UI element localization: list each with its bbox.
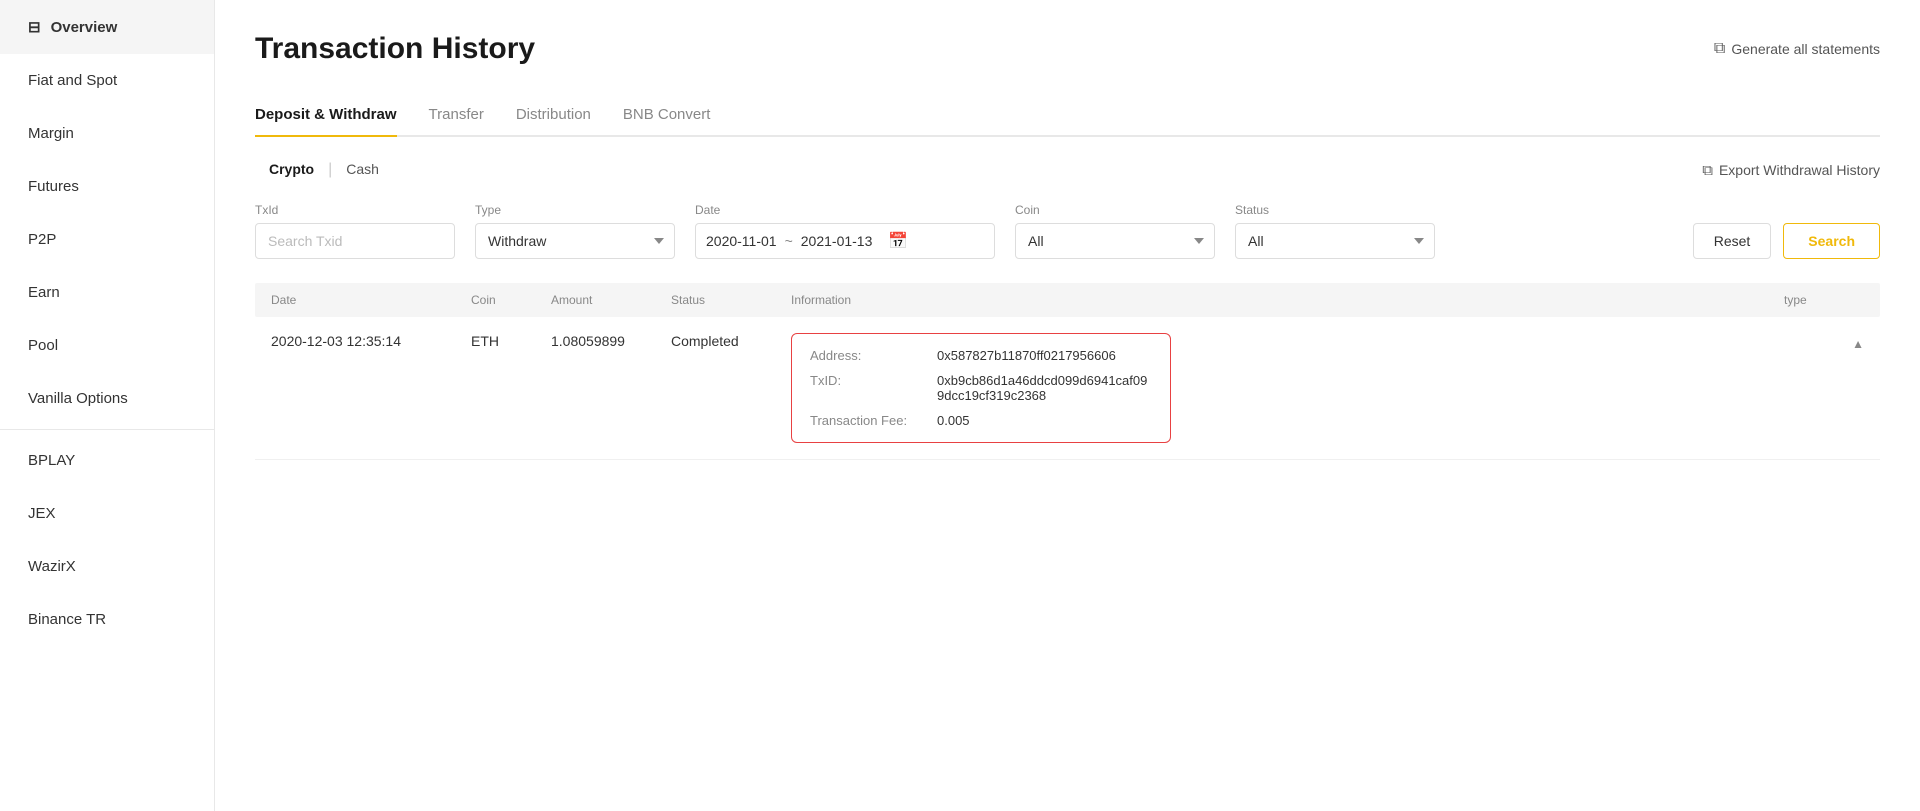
txid-info-value: 0xb9cb86d1a46ddcd099d6941caf099dcc19cf31… bbox=[937, 373, 1152, 403]
reset-button[interactable]: Reset bbox=[1693, 223, 1772, 259]
info-box: Address: 0x587827b11870ff0217956606 TxID… bbox=[791, 333, 1171, 443]
type-label: Type bbox=[475, 203, 675, 217]
export-icon: ⧉ bbox=[1702, 162, 1713, 179]
table: Date Coin Amount Status Information type… bbox=[255, 283, 1880, 460]
sidebar-item-futures[interactable]: Futures bbox=[0, 160, 214, 213]
main-content: Transaction History ⧉ Generate all state… bbox=[215, 0, 1920, 811]
export-withdrawal-button[interactable]: ⧉ Export Withdrawal History bbox=[1702, 162, 1880, 179]
chevron-up-icon: ▲ bbox=[1852, 337, 1864, 351]
coin-select[interactable]: All BTC ETH BNB bbox=[1015, 223, 1215, 259]
date-range-picker[interactable]: 2020-11-01 ~ 2021-01-13 📅 bbox=[695, 223, 995, 259]
txid-label: TxId bbox=[255, 203, 455, 217]
filter-actions: Reset Search bbox=[1693, 223, 1880, 259]
sidebar: ⊟ Overview Fiat and Spot Margin Futures … bbox=[0, 0, 215, 811]
sidebar-item-binance-tr[interactable]: Binance TR bbox=[0, 593, 214, 646]
sidebar-item-wazirx[interactable]: WazirX bbox=[0, 540, 214, 593]
sub-tab-crypto[interactable]: Crypto bbox=[255, 157, 328, 183]
sidebar-item-label: Binance TR bbox=[28, 611, 106, 628]
status-label: Status bbox=[1235, 203, 1435, 217]
table-row: 2020-12-03 12:35:14 ETH 1.08059899 Compl… bbox=[255, 317, 1880, 459]
calendar-icon[interactable]: 📅 bbox=[888, 231, 908, 251]
tab-distribution[interactable]: Distribution bbox=[516, 94, 591, 137]
sub-tabs: Crypto | Cash bbox=[255, 157, 393, 183]
col-coin: Coin bbox=[471, 293, 551, 307]
sidebar-item-label: Margin bbox=[28, 125, 74, 142]
row-amount: 1.08059899 bbox=[551, 333, 671, 349]
col-amount: Amount bbox=[551, 293, 671, 307]
table-row-wrapper: 2020-12-03 12:35:14 ETH 1.08059899 Compl… bbox=[255, 317, 1880, 460]
sidebar-item-pool[interactable]: Pool bbox=[0, 319, 214, 372]
page-header: Transaction History ⧉ Generate all state… bbox=[255, 32, 1880, 66]
sidebar-item-earn[interactable]: Earn bbox=[0, 266, 214, 319]
search-button[interactable]: Search bbox=[1783, 223, 1880, 259]
sub-tab-cash[interactable]: Cash bbox=[332, 157, 393, 183]
txid-input[interactable] bbox=[255, 223, 455, 259]
date-from: 2020-11-01 bbox=[706, 233, 777, 249]
coin-label: Coin bbox=[1015, 203, 1215, 217]
sidebar-item-fiat-spot[interactable]: Fiat and Spot bbox=[0, 54, 214, 107]
sidebar-item-label: Pool bbox=[28, 337, 58, 354]
generate-icon: ⧉ bbox=[1714, 40, 1725, 58]
page-title: Transaction History bbox=[255, 32, 535, 66]
status-select[interactable]: All Completed Pending Failed bbox=[1235, 223, 1435, 259]
sidebar-item-margin[interactable]: Margin bbox=[0, 107, 214, 160]
sidebar-item-label: Vanilla Options bbox=[28, 390, 128, 407]
sidebar-item-label: JEX bbox=[28, 505, 56, 522]
date-tilde: ~ bbox=[785, 233, 793, 249]
sidebar-item-label: WazirX bbox=[28, 558, 76, 575]
status-filter: Status All Completed Pending Failed bbox=[1235, 203, 1435, 259]
info-txid-row: TxID: 0xb9cb86d1a46ddcd099d6941caf099dcc… bbox=[810, 373, 1152, 403]
sidebar-item-label: Overview bbox=[51, 19, 118, 36]
sidebar-item-label: Earn bbox=[28, 284, 60, 301]
address-value: 0x587827b11870ff0217956606 bbox=[937, 348, 1116, 363]
row-expand-toggle[interactable]: ▲ bbox=[1784, 333, 1864, 351]
row-coin: ETH bbox=[471, 333, 551, 349]
sidebar-item-bplay[interactable]: BPLAY bbox=[0, 434, 214, 487]
sidebar-item-jex[interactable]: JEX bbox=[0, 487, 214, 540]
row-date: 2020-12-03 12:35:14 bbox=[271, 333, 471, 349]
address-label: Address: bbox=[810, 348, 925, 363]
fee-value: 0.005 bbox=[937, 413, 970, 428]
info-address-row: Address: 0x587827b11870ff0217956606 bbox=[810, 348, 1152, 363]
sidebar-item-label: Futures bbox=[28, 178, 79, 195]
coin-filter: Coin All BTC ETH BNB bbox=[1015, 203, 1215, 259]
generate-statements-button[interactable]: ⧉ Generate all statements bbox=[1714, 40, 1880, 58]
sidebar-item-vanilla-options[interactable]: Vanilla Options bbox=[0, 372, 214, 425]
date-to: 2021-01-13 bbox=[801, 233, 873, 249]
fee-label: Transaction Fee: bbox=[810, 413, 925, 428]
tab-transfer[interactable]: Transfer bbox=[429, 94, 484, 137]
txid-filter: TxId bbox=[255, 203, 455, 259]
tab-deposit-withdraw[interactable]: Deposit & Withdraw bbox=[255, 94, 397, 137]
type-select[interactable]: Deposit Withdraw bbox=[475, 223, 675, 259]
sidebar-item-overview[interactable]: ⊟ Overview bbox=[0, 0, 214, 54]
txid-info-label: TxID: bbox=[810, 373, 925, 403]
type-filter: Type Deposit Withdraw bbox=[475, 203, 675, 259]
filters-row: TxId Type Deposit Withdraw Date 2020-11-… bbox=[255, 203, 1880, 259]
sidebar-item-label: Fiat and Spot bbox=[28, 72, 117, 89]
row-status: Completed bbox=[671, 333, 791, 349]
tab-bnb-convert[interactable]: BNB Convert bbox=[623, 94, 711, 137]
date-filter: Date 2020-11-01 ~ 2021-01-13 📅 bbox=[695, 203, 995, 259]
sidebar-item-label: P2P bbox=[28, 231, 56, 248]
col-date: Date bbox=[271, 293, 471, 307]
col-status: Status bbox=[671, 293, 791, 307]
date-label: Date bbox=[695, 203, 995, 217]
sidebar-item-label: BPLAY bbox=[28, 452, 75, 469]
main-tabs: Deposit & Withdraw Transfer Distribution… bbox=[255, 94, 1880, 137]
overview-icon: ⊟ bbox=[28, 18, 41, 36]
table-header: Date Coin Amount Status Information type bbox=[255, 283, 1880, 317]
info-fee-row: Transaction Fee: 0.005 bbox=[810, 413, 1152, 428]
sidebar-item-p2p[interactable]: P2P bbox=[0, 213, 214, 266]
sub-tabs-row: Crypto | Cash ⧉ Export Withdrawal Histor… bbox=[255, 157, 1880, 183]
col-information: Information bbox=[791, 293, 1784, 307]
sidebar-divider bbox=[0, 429, 214, 430]
col-type: type bbox=[1784, 293, 1864, 307]
